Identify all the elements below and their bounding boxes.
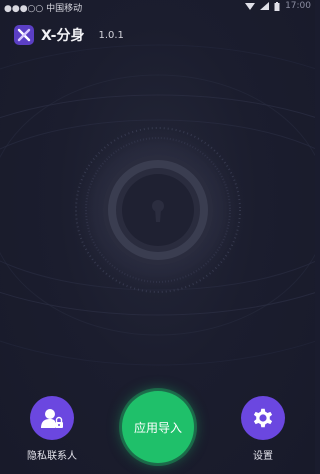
import-apps-button[interactable]: 应用导入 xyxy=(122,391,194,463)
clock: 17:00 xyxy=(285,1,311,11)
person-lock-icon xyxy=(41,409,63,428)
app-title: X-分身 xyxy=(41,28,85,44)
app-version: 1.0.1 xyxy=(98,29,124,41)
gear-icon xyxy=(253,408,273,428)
privacy-contacts-label: 隐私联系人 xyxy=(27,451,77,462)
wifi-icon xyxy=(245,3,256,10)
privacy-contacts-button[interactable]: 隐私联系人 xyxy=(27,396,77,462)
battery-icon xyxy=(274,1,280,11)
app-header: X-分身 1.0.1 xyxy=(14,22,124,48)
privacy-contacts-circle[interactable] xyxy=(30,396,74,440)
carrier-label: ●●●○○ 中国移动 xyxy=(4,4,83,14)
status-bar: ●●●○○ 中国移动 17:00 xyxy=(0,0,315,14)
x-logo-icon xyxy=(14,25,34,45)
settings-circle[interactable] xyxy=(241,396,285,440)
settings-label: 设置 xyxy=(253,451,273,462)
settings-button[interactable]: 设置 xyxy=(241,396,285,462)
signal-icon xyxy=(260,2,270,10)
import-apps-label: 应用导入 xyxy=(133,420,182,435)
app-screen: ●●●○○ 中国移动 17:00 X-分身 1.0.1 隐私联系人 应用导入 设… xyxy=(0,0,315,474)
